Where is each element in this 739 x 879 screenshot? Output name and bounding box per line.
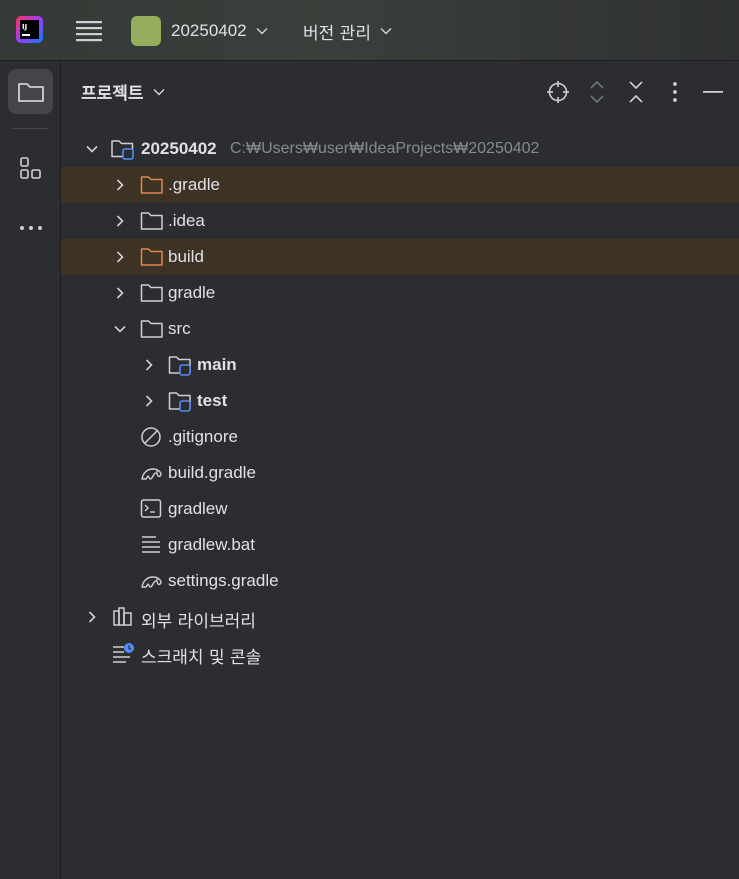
vcs-menu[interactable]: 버전 관리	[303, 14, 393, 48]
tree-item-label: build.gradle	[168, 463, 256, 482]
text-file-icon	[142, 536, 160, 553]
structure-icon	[19, 156, 41, 179]
excluded-folder-icon	[140, 176, 163, 194]
tree-row[interactable]: build.gradle	[61, 455, 739, 491]
tree-row[interactable]: .gitignore	[61, 419, 739, 455]
tree-item-label: build	[168, 247, 204, 266]
tree-row-root[interactable]: 20250402 C:₩Users₩user₩IdeaProjects₩2025…	[61, 131, 739, 167]
chevron-down-icon	[256, 27, 268, 35]
gradle-icon	[141, 576, 162, 588]
chevron-down-icon[interactable]	[85, 142, 99, 156]
title-bar: IJ 20250402 버전 관리	[0, 0, 739, 61]
project-tree: 20250402 C:₩Users₩user₩IdeaProjects₩2025…	[61, 131, 739, 671]
chevron-right-icon[interactable]	[113, 178, 127, 192]
vcs-label: 버전 관리	[303, 23, 371, 44]
more-horizontal-icon	[19, 225, 42, 230]
excluded-folder-icon	[140, 248, 163, 266]
chevron-down-icon	[153, 88, 165, 96]
tree-item-label: main	[197, 355, 237, 374]
tree-row-external-libraries[interactable]: 외부 라이브러리	[61, 599, 739, 635]
intellij-idea-logo-icon[interactable]: IJ	[16, 16, 43, 43]
tree-item-label: gradlew.bat	[168, 535, 255, 554]
tree-item-label: test	[197, 391, 228, 410]
tree-row[interactable]: gradlew	[61, 491, 739, 527]
tree-item-label: 외부 라이브러리	[141, 612, 256, 632]
shell-script-icon	[140, 499, 162, 518]
tree-item-label: .gradle	[168, 175, 220, 194]
folder-icon	[140, 320, 163, 338]
options-button[interactable]	[662, 79, 688, 105]
tree-row[interactable]: settings.gradle	[61, 563, 739, 599]
project-tool-button[interactable]	[8, 69, 53, 114]
tree-row[interactable]: .idea	[61, 203, 739, 239]
svg-text:IJ: IJ	[22, 23, 27, 31]
tree-item-label: gradlew	[168, 499, 228, 518]
chevron-right-icon[interactable]	[113, 214, 127, 228]
more-tools-button[interactable]	[8, 205, 53, 250]
chevron-right-icon[interactable]	[113, 250, 127, 264]
chevron-down-icon[interactable]	[113, 322, 127, 336]
chevron-right-icon[interactable]	[142, 358, 156, 372]
collapse-all-button[interactable]	[623, 79, 649, 105]
tree-row[interactable]: gradlew.bat	[61, 527, 739, 563]
panel-title: 프로젝트	[81, 84, 144, 104]
expand-all-icon	[590, 80, 604, 104]
tree-item-label: 스크래치 및 콘솔	[141, 648, 262, 668]
tree-row[interactable]: build	[61, 239, 739, 275]
chevron-down-icon	[380, 27, 392, 35]
tree-item-label: gradle	[168, 283, 216, 302]
tree-item-label: .idea	[168, 211, 205, 230]
library-icon	[113, 607, 132, 626]
module-folder-icon	[111, 140, 134, 160]
gradle-icon	[141, 468, 162, 480]
tree-row-scratches[interactable]: 스크래치 및 콘솔	[61, 635, 739, 671]
tree-row[interactable]: .gradle	[61, 167, 739, 203]
project-view-selector[interactable]: 프로젝트	[81, 79, 166, 104]
tool-window-strip	[0, 61, 61, 879]
tree-item-label: settings.gradle	[168, 571, 279, 590]
tree-row[interactable]: main	[61, 347, 739, 383]
structure-tool-button[interactable]	[8, 145, 53, 190]
locate-icon	[547, 81, 569, 103]
project-path: C:₩Users₩user₩IdeaProjects₩20250402	[230, 140, 540, 157]
folder-icon	[140, 284, 163, 302]
expand-all-button[interactable]	[584, 79, 610, 105]
tree-row[interactable]: gradle	[61, 275, 739, 311]
folder-icon	[140, 212, 163, 230]
tree-item-label: src	[168, 319, 191, 338]
more-vertical-icon	[673, 82, 677, 102]
ignore-file-icon	[141, 427, 161, 447]
folder-icon	[17, 82, 44, 102]
tree-item-label: 20250402	[141, 139, 217, 158]
hide-panel-button[interactable]	[700, 79, 726, 105]
strip-divider	[12, 128, 48, 129]
chevron-right-icon[interactable]	[142, 394, 156, 408]
project-name: 20250402	[171, 21, 247, 40]
module-folder-icon	[168, 392, 191, 412]
chevron-right-icon[interactable]	[85, 610, 99, 624]
panel-header: 프로젝트	[61, 61, 739, 123]
project-tool-window: 프로젝트 20250402 C:₩Users₩user₩IdeaProjects…	[61, 61, 739, 879]
tree-item-label: .gitignore	[168, 427, 238, 446]
module-folder-icon	[168, 356, 191, 376]
project-switcher[interactable]: 20250402	[131, 14, 269, 48]
tree-row[interactable]: src	[61, 311, 739, 347]
hamburger-menu-icon[interactable]	[74, 18, 104, 44]
locate-button[interactable]	[545, 79, 571, 105]
tree-row[interactable]: test	[61, 383, 739, 419]
collapse-all-icon	[629, 81, 643, 103]
project-badge	[131, 16, 161, 46]
chevron-right-icon[interactable]	[113, 286, 127, 300]
scratches-icon	[113, 643, 134, 663]
hide-icon	[703, 91, 723, 93]
